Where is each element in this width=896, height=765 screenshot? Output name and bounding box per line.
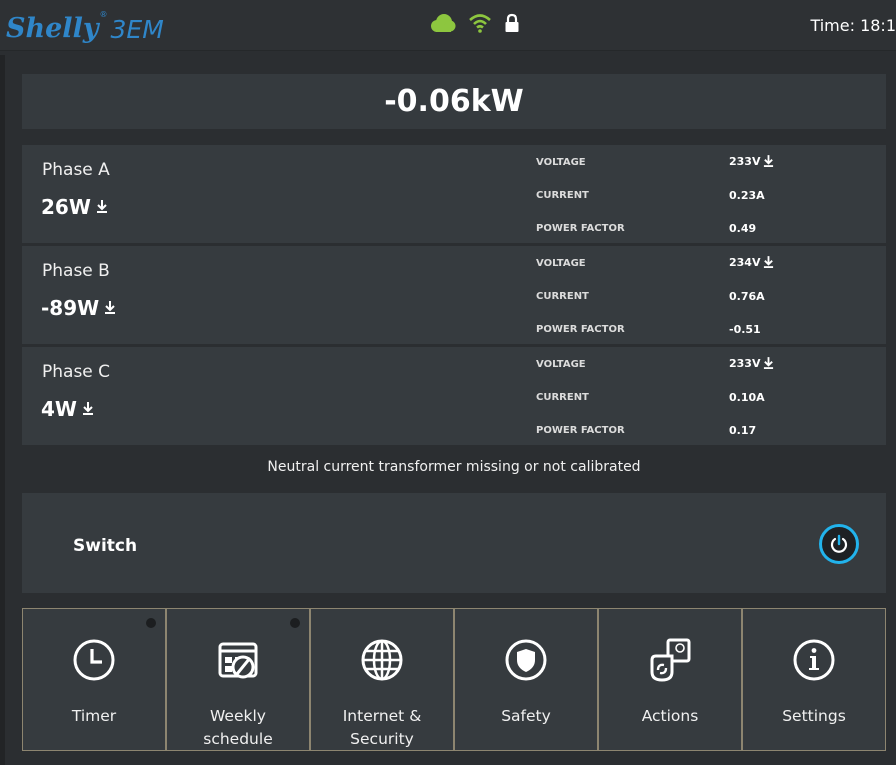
calibration-notice: Neutral current transformer missing or n… [267,459,641,475]
menu-label: Actions [599,705,741,728]
menu-label: Safety [455,705,597,728]
power-toggle-button[interactable] [819,524,859,564]
status-dot [290,618,300,628]
schedule-icon [218,642,258,679]
bottom-menu: Timer Weekly schedule Internet & Securit… [22,608,886,751]
download-icon [82,402,93,415]
power-factor-value: 0.49 [729,222,757,235]
voltage-text: 234V [729,256,761,269]
power-factor-label: POWER FACTOR [536,324,625,335]
total-power: -0.06kW [22,74,886,129]
switch-panel: Switch [22,493,886,593]
menu-label-line1: Safety [501,707,551,725]
phase-c-panel: Phase C 4W VOLTAGE 233V CURRENT 0.10A PO… [22,347,886,445]
menu-label: Internet & Security [311,705,453,751]
menu-label-line1: Weekly [210,707,266,725]
brand-model: 3EM [110,15,164,44]
cloud-icon [431,14,456,32]
clock-icon [73,639,115,681]
download-icon [96,200,107,213]
brand-name: Shelly [6,13,99,44]
menu-label-line2: Security [350,730,414,748]
phase-power: 4W [41,397,94,421]
phase-power-value: 4W [41,397,77,421]
phase-power: 26W [41,195,108,219]
switch-label: Switch [73,536,138,556]
phase-b-panel: Phase B -89W VOLTAGE 234V CURRENT 0.76A … [22,246,886,344]
menu-label-line2: schedule [203,730,273,748]
current-label: CURRENT [536,190,589,201]
menu-label: Timer [23,705,165,728]
top-bar: Shelly ® 3EM Time: 18:1 [0,0,896,51]
current-value: 0.10A [729,391,765,404]
time-display: Time: 18:1 [810,16,896,35]
status-icons [428,12,520,34]
current-label: CURRENT [536,392,589,403]
shield-icon [505,639,547,681]
power-factor-value: 0.17 [729,424,757,437]
menu-label-line1: Timer [71,707,117,725]
menu-label: Settings [743,705,885,728]
phase-power-value: 26W [41,195,91,219]
download-icon [764,155,774,167]
menu-item-timer[interactable]: Timer [22,608,166,751]
wifi-icon [469,14,491,33]
menu-item-settings[interactable]: Settings [742,608,886,751]
phase-a-panel: Phase A 26W VOLTAGE 233V CURRENT 0.23A P… [22,145,886,243]
power-factor-label: POWER FACTOR [536,425,625,436]
voltage-value: 233V [729,155,774,168]
menu-item-internet-security[interactable]: Internet & Security [310,608,454,751]
actions-icon [650,638,691,682]
voltage-label: VOLTAGE [536,258,586,269]
menu-label-line1: Actions [641,707,699,725]
voltage-label: VOLTAGE [536,359,586,370]
download-icon [105,301,116,314]
current-value: 0.76A [729,290,765,303]
current-value: 0.23A [729,189,765,202]
left-edge [0,55,5,765]
voltage-text: 233V [729,357,761,370]
menu-label-line1: Internet & [342,707,422,725]
power-factor-value: -0.51 [729,323,761,336]
menu-item-actions[interactable]: Actions [598,608,742,751]
phase-name: Phase A [42,160,110,180]
voltage-value: 234V [729,256,774,269]
voltage-label: VOLTAGE [536,157,586,168]
download-icon [764,357,774,369]
phase-power: -89W [41,296,116,320]
brand-registered-mark: ® [99,10,108,19]
menu-label-line1: Settings [782,707,846,725]
info-icon [793,639,835,681]
menu-item-safety[interactable]: Safety [454,608,598,751]
voltage-value: 233V [729,357,774,370]
power-icon [830,534,848,553]
download-icon [764,256,774,268]
globe-icon [361,639,403,681]
status-dot [146,618,156,628]
phase-name: Phase C [42,362,111,382]
voltage-text: 233V [729,155,761,168]
phase-power-value: -89W [41,296,100,320]
menu-item-weekly-schedule[interactable]: Weekly schedule [166,608,310,751]
lock-icon [505,13,519,32]
menu-label: Weekly schedule [167,705,309,751]
shelly-logo: Shelly ® 3EM [6,4,164,44]
phase-name: Phase B [42,261,110,281]
current-label: CURRENT [536,291,589,302]
power-factor-label: POWER FACTOR [536,223,625,234]
